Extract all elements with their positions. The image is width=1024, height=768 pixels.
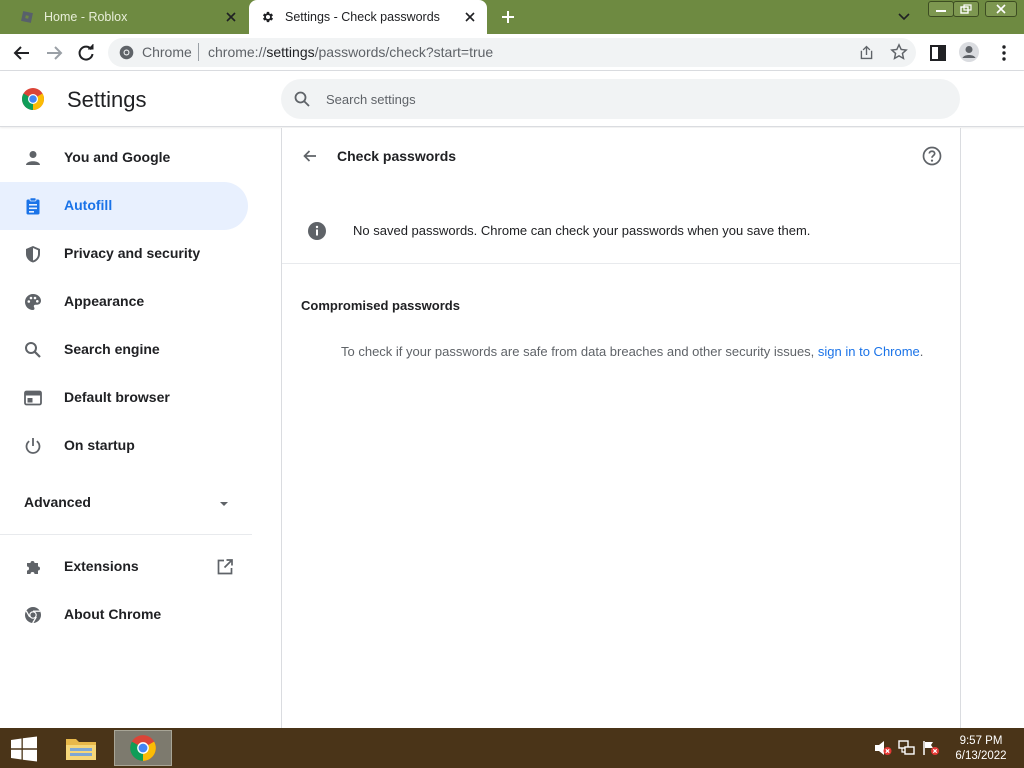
no-passwords-message: No saved passwords. Chrome can check you… — [353, 223, 811, 238]
sidebar-item-label: Extensions — [64, 558, 139, 574]
clock-time: 9:57 PM — [959, 735, 1003, 747]
taskbar-file-explorer[interactable] — [52, 730, 110, 766]
info-icon — [308, 222, 326, 240]
roblox-favicon-icon — [21, 11, 33, 23]
restore-button[interactable] — [953, 1, 979, 17]
sidebar-item-search-engine[interactable]: Search engine — [0, 326, 248, 374]
taskbar-chrome[interactable] — [114, 730, 172, 766]
tab-roblox[interactable]: Home - Roblox — [8, 0, 248, 34]
person-icon — [26, 151, 40, 165]
back-arrow-icon[interactable] — [12, 43, 32, 63]
sidebar-item-you-and-google[interactable]: You and Google — [0, 134, 248, 182]
puzzle-piece-icon — [27, 561, 40, 574]
browser-icon — [24, 390, 42, 406]
sidebar-item-about-chrome[interactable]: About Chrome — [0, 591, 248, 639]
omnibox-separator — [198, 43, 199, 61]
search-input[interactable] — [326, 89, 926, 109]
restore-icon — [960, 4, 972, 14]
sidebar-item-label: About Chrome — [64, 606, 162, 622]
minimize-button[interactable] — [928, 1, 954, 17]
back-arrow-icon[interactable] — [300, 146, 320, 166]
search-icon — [25, 342, 41, 358]
close-tab-icon[interactable] — [463, 10, 477, 24]
sidebar-item-default-browser[interactable]: Default browser — [0, 374, 248, 422]
sidebar-item-on-startup[interactable]: On startup — [0, 422, 248, 470]
shield-icon — [26, 246, 40, 263]
help-icon[interactable] — [921, 145, 943, 167]
side-panel-icon[interactable] — [928, 43, 948, 63]
share-icon[interactable] — [858, 44, 875, 61]
bookmark-star-icon[interactable] — [890, 43, 908, 61]
gear-icon — [262, 11, 274, 23]
sidebar-item-label: Search engine — [64, 341, 160, 357]
sidebar-item-privacy[interactable]: Privacy and security — [0, 230, 248, 278]
reload-icon[interactable] — [76, 43, 96, 63]
url-text[interactable]: chrome://settings/passwords/check?start=… — [208, 44, 493, 60]
sidebar-item-label: On startup — [64, 437, 135, 453]
sidebar-item-autofill[interactable]: Autofill — [0, 182, 248, 230]
clock-date: 6/13/2022 — [955, 750, 1007, 762]
action-center-flag-icon[interactable] — [922, 740, 940, 756]
sidebar-item-appearance[interactable]: Appearance — [0, 278, 248, 326]
site-label: Chrome — [142, 44, 192, 60]
tab-settings[interactable]: Settings - Check passwords — [249, 0, 487, 34]
chrome-site-icon — [119, 45, 134, 60]
palette-icon — [25, 294, 41, 310]
close-window-button[interactable] — [985, 1, 1017, 17]
chrome-logo-icon — [22, 88, 44, 110]
address-bar[interactable]: Chrome chrome://settings/passwords/check… — [108, 38, 916, 67]
chevron-down-icon[interactable] — [896, 10, 912, 24]
profile-avatar-icon[interactable] — [958, 41, 980, 63]
tab-strip: Home - Roblox Settings - Check passwords — [0, 0, 1024, 34]
new-tab-icon[interactable] — [498, 7, 518, 27]
sidebar-divider — [0, 534, 252, 535]
more-menu-icon[interactable] — [994, 43, 1014, 63]
clipboard-icon — [26, 197, 40, 215]
windows-taskbar: 9:57 PM 6/13/2022 — [0, 728, 1024, 768]
compromised-passwords-heading: Compromised passwords — [301, 298, 460, 313]
power-icon — [25, 438, 41, 454]
sidebar-item-label: Autofill — [64, 197, 113, 213]
sign-in-link[interactable]: sign in to Chrome — [818, 344, 920, 359]
compromised-passwords-description: To check if your passwords are safe from… — [341, 344, 924, 359]
advanced-toggle[interactable]: Advanced — [24, 494, 91, 510]
sidebar-item-label: Default browser — [64, 389, 170, 405]
browser-toolbar: Chrome chrome://settings/passwords/check… — [0, 34, 1024, 71]
chrome-logo-icon — [130, 735, 156, 761]
sidebar-item-label: Appearance — [64, 293, 145, 309]
tab-label: Home - Roblox — [44, 10, 128, 24]
network-icon[interactable] — [898, 740, 916, 756]
open-in-new-icon — [217, 559, 233, 575]
tab-label: Settings - Check passwords — [285, 10, 440, 24]
sidebar-item-label: You and Google — [64, 149, 171, 165]
settings-sidebar: You and Google Autofill Privacy and secu… — [0, 128, 260, 728]
search-icon — [294, 91, 310, 107]
settings-search[interactable] — [281, 79, 960, 119]
check-passwords-card: Check passwords No saved passwords. Chro… — [281, 128, 961, 728]
windows-start-icon[interactable] — [10, 736, 38, 762]
taskbar-clock[interactable]: 9:57 PM 6/13/2022 — [948, 734, 1014, 764]
chrome-icon — [25, 607, 41, 624]
volume-muted-icon[interactable] — [874, 740, 892, 756]
close-icon — [996, 4, 1006, 14]
section-divider — [282, 263, 960, 264]
sidebar-item-label: Privacy and security — [64, 245, 201, 261]
page-title: Check passwords — [337, 148, 457, 164]
sidebar-item-extensions[interactable]: Extensions — [0, 543, 248, 591]
minimize-icon — [936, 10, 946, 12]
forward-arrow-icon[interactable] — [44, 43, 64, 63]
settings-title: Settings — [67, 87, 147, 112]
settings-header: Settings — [0, 71, 1024, 127]
close-tab-icon[interactable] — [224, 10, 238, 24]
folder-icon — [66, 739, 96, 760]
chevron-down-icon[interactable] — [218, 498, 230, 510]
